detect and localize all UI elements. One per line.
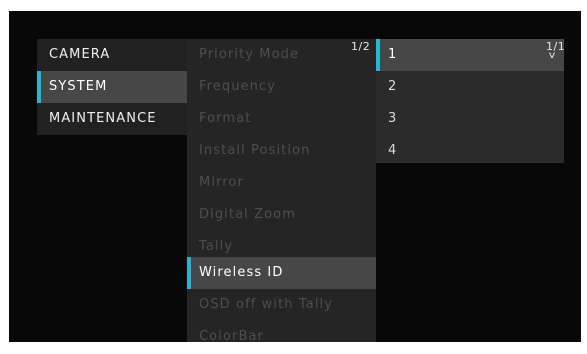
value-option-3[interactable]: 3 [376,103,564,135]
main-menu: CAMERA SYSTEM MAINTENANCE [37,39,187,135]
value-option-2[interactable]: 2 [376,71,564,103]
system-submenu: 1/2 Priority Mode Frequency Format Insta… [187,39,376,342]
submenu-item-label: Tally [199,239,234,254]
submenu-item-label: Priority Mode [199,47,300,62]
value-option-1[interactable]: 1 [376,39,564,71]
submenu-item-label: Digital Zoom [199,207,296,222]
submenu-item-osd-off-with-tally[interactable]: OSD off with Tally [187,289,376,321]
main-menu-item-label: CAMERA [49,47,111,62]
value-option-label: 2 [388,79,398,94]
wireless-id-value-list: 1 2 3 4 1/1 v [376,39,565,163]
submenu-item-install-position[interactable]: Install Position [187,135,376,167]
submenu-item-label: Install Position [199,143,311,158]
submenu-item-label: ColorBar [199,329,264,342]
submenu-item-format[interactable]: Format [187,103,376,135]
submenu-item-digital-zoom[interactable]: Digital Zoom [187,199,376,231]
submenu-item-mirror[interactable]: Mirror [187,167,376,199]
submenu-item-colorbar[interactable]: ColorBar [187,321,376,342]
chevron-down-icon: v [548,50,556,61]
value-option-label: 3 [388,111,398,126]
submenu-item-label: Mirror [199,175,244,190]
main-menu-item-label: SYSTEM [49,79,108,94]
value-option-label: 1 [388,47,398,62]
submenu-item-label: Wireless ID [199,265,284,280]
submenu-item-frequency[interactable]: Frequency [187,71,376,103]
main-menu-item-maintenance[interactable]: MAINTENANCE [37,103,187,135]
submenu-item-label: Format [199,111,252,126]
value-option-4[interactable]: 4 [376,135,564,167]
main-menu-item-camera[interactable]: CAMERA [37,39,187,71]
submenu-item-priority-mode[interactable]: Priority Mode [187,39,376,71]
submenu-item-label: Frequency [199,79,277,94]
submenu-item-wireless-id[interactable]: Wireless ID [187,257,376,289]
main-menu-item-system[interactable]: SYSTEM [37,71,187,103]
osd-screen: CAMERA SYSTEM MAINTENANCE 1/2 Priority M… [9,11,581,342]
main-menu-item-label: MAINTENANCE [49,111,157,126]
value-option-label: 4 [388,143,398,158]
submenu-item-label: OSD off with Tally [199,297,334,312]
